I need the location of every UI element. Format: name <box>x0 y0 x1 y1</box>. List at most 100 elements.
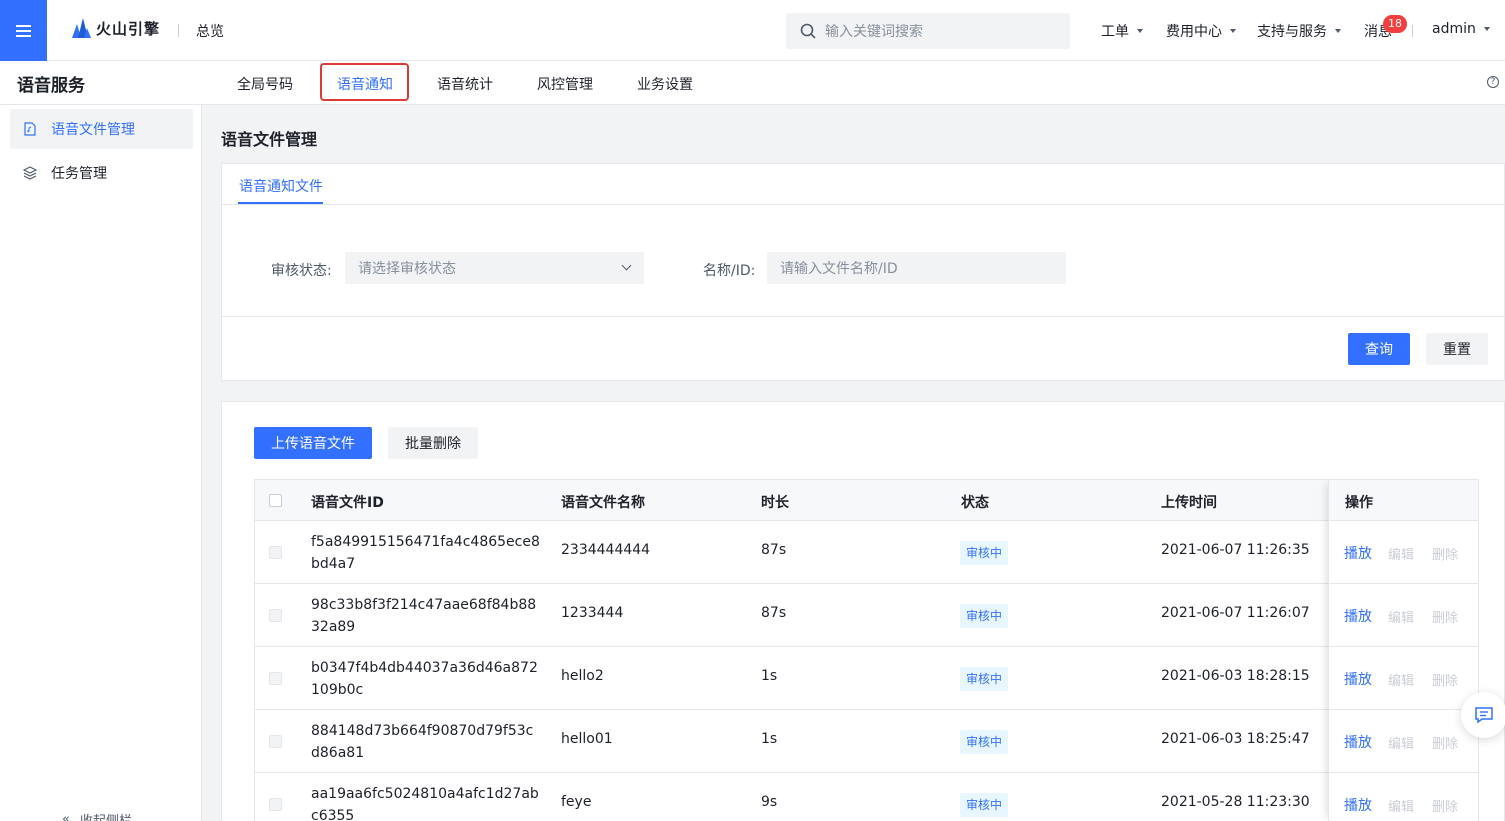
edit-button[interactable]: 编辑 <box>1388 796 1414 815</box>
edit-button[interactable]: 编辑 <box>1388 544 1414 563</box>
top-bar: 火山引擎 总览 输入关键词搜索 工单 费用中心 支持与服务 消息 18 admi… <box>0 0 1505 61</box>
play-button[interactable]: 播放 <box>1344 606 1372 626</box>
tab-voice-notification-file[interactable]: 语音通知文件 <box>239 176 323 196</box>
cell-upload-time: 2021-06-03 18:28:15 <box>1161 668 1310 684</box>
cell-name: hello2 <box>561 668 604 684</box>
status-select-placeholder: 请选择审核状态 <box>358 261 456 277</box>
divider <box>222 204 1504 205</box>
sidebar-item-task-management[interactable]: 任务管理 <box>10 153 193 193</box>
divider <box>222 316 1504 317</box>
page-title: 语音文件管理 <box>221 130 318 149</box>
cell-id: 884148d73b664f90870d79f53cd86a81 <box>311 723 534 761</box>
status-select[interactable]: 请选择审核状态 <box>345 252 644 284</box>
cell-duration: 87s <box>761 605 787 621</box>
voice-file-table: 语音文件ID 语音文件名称 时长 状态 上传时间 f5a849915156471… <box>254 479 1479 821</box>
sidebar-item-label: 任务管理 <box>51 166 107 182</box>
actions-column: 操作 <box>1328 480 1478 821</box>
cell-name: 2334444444 <box>561 542 651 558</box>
row-checkbox[interactable] <box>269 798 282 811</box>
cell-name: feye <box>561 794 592 810</box>
delete-button[interactable]: 删除 <box>1432 607 1458 626</box>
search-input[interactable]: 输入关键词搜索 <box>786 13 1070 49</box>
user-menu[interactable]: admin <box>1432 21 1490 37</box>
search-icon <box>800 23 816 39</box>
caret-down-icon <box>1230 29 1236 33</box>
collapse-sidebar-button[interactable]: « 收起侧栏 <box>62 810 132 821</box>
actions-header-cell: 操作 <box>1329 480 1478 521</box>
tab-voice-notification[interactable]: 语音通知 <box>337 74 393 94</box>
row-checkbox[interactable] <box>269 672 282 685</box>
delete-button[interactable]: 删除 <box>1432 796 1458 815</box>
service-bar: 语音服务 全局号码 语音通知 语音统计 风控管理 业务设置 ? <box>0 61 1505 105</box>
logo[interactable]: 火山引擎 <box>70 16 160 40</box>
edit-button[interactable]: 编辑 <box>1388 607 1414 626</box>
sidebar-item-voice-file-management[interactable]: 语音文件管理 <box>10 109 193 149</box>
hamburger-menu-button[interactable] <box>0 0 47 61</box>
nav-support-label: 支持与服务 <box>1257 24 1327 40</box>
status-filter-label: 审核状态: <box>271 263 332 279</box>
edit-button[interactable]: 编辑 <box>1388 733 1414 752</box>
status-badge: 审核中 <box>960 793 1009 817</box>
layers-icon <box>23 166 37 180</box>
query-button[interactable]: 查询 <box>1348 333 1410 365</box>
row-checkbox[interactable] <box>269 609 282 622</box>
upload-voice-file-button[interactable]: 上传语音文件 <box>254 427 372 459</box>
play-button[interactable]: 播放 <box>1344 543 1372 563</box>
delete-button[interactable]: 删除 <box>1432 544 1458 563</box>
tab-business-settings[interactable]: 业务设置 <box>637 74 693 94</box>
caret-down-icon <box>1335 29 1341 33</box>
column-header-status: 状态 <box>961 495 989 511</box>
hamburger-icon <box>16 29 31 32</box>
divider <box>1412 25 1413 37</box>
help-icon[interactable]: ? <box>1487 76 1499 88</box>
tab-global-number[interactable]: 全局号码 <box>237 74 293 94</box>
overview-link[interactable]: 总览 <box>196 21 224 41</box>
cell-duration: 1s <box>761 668 778 684</box>
file-audio-icon <box>23 122 37 136</box>
filter-card: 语音通知文件 审核状态: 请选择审核状态 名称/ID: 请输入文件名称/ID 查… <box>221 163 1505 381</box>
row-checkbox[interactable] <box>269 546 282 559</box>
double-chevron-left-icon: « <box>62 812 70 821</box>
service-title: 语音服务 <box>17 76 85 96</box>
caret-down-icon <box>1483 27 1490 31</box>
table-row: aa19aa6fc5024810a4afc1d27abc6355 feye 9s… <box>255 773 1478 821</box>
status-badge: 审核中 <box>960 541 1009 565</box>
name-filter-label: 名称/ID: <box>703 263 756 279</box>
row-checkbox[interactable] <box>269 735 282 748</box>
nav-support[interactable]: 支持与服务 <box>1257 21 1341 41</box>
status-badge: 审核中 <box>960 667 1009 691</box>
user-name: admin <box>1432 21 1476 37</box>
play-button[interactable]: 播放 <box>1344 669 1372 689</box>
chat-icon <box>1475 707 1493 723</box>
cell-duration: 9s <box>761 794 778 810</box>
cell-duration: 1s <box>761 731 778 747</box>
feedback-chat-button[interactable] <box>1461 692 1505 738</box>
table-header: 语音文件ID 语音文件名称 时长 状态 上传时间 <box>255 480 1478 521</box>
column-header-actions: 操作 <box>1345 495 1373 511</box>
message-count-badge: 18 <box>1383 15 1407 33</box>
cell-id: b0347f4b4db44037a36d46a872109b0c <box>311 660 538 698</box>
name-id-input[interactable]: 请输入文件名称/ID <box>767 252 1066 284</box>
sidebar-item-label: 语音文件管理 <box>51 122 135 138</box>
tab-voice-statistics[interactable]: 语音统计 <box>437 74 493 94</box>
play-button[interactable]: 播放 <box>1344 795 1372 815</box>
delete-button[interactable]: 删除 <box>1432 670 1458 689</box>
nav-ticket[interactable]: 工单 <box>1101 21 1143 41</box>
volcano-logo-icon <box>72 18 91 38</box>
delete-button[interactable]: 删除 <box>1432 733 1458 752</box>
table-row: f5a849915156471fa4c4865ece8bd4a7 2334444… <box>255 521 1478 584</box>
cell-upload-time: 2021-06-07 11:26:07 <box>1161 605 1310 621</box>
select-all-checkbox[interactable] <box>269 494 282 507</box>
table-row: 884148d73b664f90870d79f53cd86a81 hello01… <box>255 710 1478 773</box>
caret-down-icon <box>1137 29 1143 33</box>
tab-risk-control[interactable]: 风控管理 <box>537 74 593 94</box>
batch-delete-button[interactable]: 批量删除 <box>388 427 478 459</box>
edit-button[interactable]: 编辑 <box>1388 670 1414 689</box>
play-button[interactable]: 播放 <box>1344 732 1372 752</box>
nav-billing-label: 费用中心 <box>1166 24 1222 40</box>
chevron-down-icon <box>621 260 632 271</box>
reset-button[interactable]: 重置 <box>1426 333 1488 365</box>
status-badge: 审核中 <box>960 730 1009 754</box>
nav-billing[interactable]: 费用中心 <box>1166 21 1236 41</box>
table-row: 98c33b8f3f214c47aae68f84b8832a89 1233444… <box>255 584 1478 647</box>
